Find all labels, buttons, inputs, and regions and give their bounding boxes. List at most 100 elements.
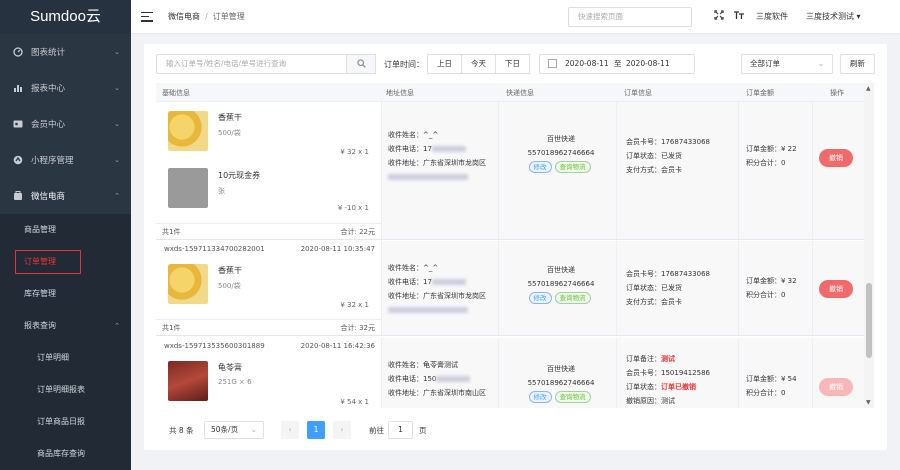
sidebar-subitem-report-query[interactable]: 报表查询 ⌃ (0, 310, 131, 342)
track-logistics-button[interactable]: 查询物流 (554, 292, 591, 304)
breadcrumb-separator: / (205, 12, 208, 21)
sidebar-item-charts[interactable]: 图表统计 ⌄ (0, 34, 131, 70)
track-logistics-button[interactable]: 查询物流 (554, 391, 591, 403)
product-spec: 张 (218, 187, 225, 195)
scroll-down-icon[interactable]: ▼ (866, 399, 871, 406)
next-day-button[interactable]: 下日 (495, 54, 530, 74)
recv-phone: 收件电话：17 (388, 278, 432, 286)
order-type-select[interactable]: 全部订单 ⌄ (741, 54, 833, 74)
product-price: ¥ 54 x 1 (340, 398, 369, 406)
caret-down-icon: ▾ (856, 12, 861, 21)
cancel-order-button[interactable]: 撤销 (819, 280, 853, 298)
order-time: 2020-08-11 10:35:47 (300, 245, 375, 253)
sidebar-subsub-order-daily[interactable]: 订单商品日报 (0, 406, 131, 438)
address-info: 收件姓名：^_^ 收件电话：17 收件地址：广东省深圳市龙岗区 (388, 128, 486, 184)
order-header: wxds-159713535600301889 2020-08-11 16:42… (156, 338, 381, 353)
refresh-button[interactable]: 刷新 (840, 54, 875, 74)
product-spec: 500/袋 (218, 129, 241, 137)
express-info: 百世快递 557018962746664 修改 查询物流 (516, 263, 606, 305)
header-order-info: 订单信息 (624, 89, 652, 97)
product-name: 香蕉干 (218, 113, 242, 122)
status-label: 订单状态： (626, 152, 661, 160)
chevron-down-icon: ⌄ (817, 59, 824, 68)
order-amount: 订单金额：¥ 22 (746, 145, 797, 153)
order-status: 订单已撤销 (661, 383, 696, 391)
sidebar-item-mini-program[interactable]: 小程序管理 ⌄ (0, 142, 131, 178)
tracking-number: 557018962746664 (527, 280, 595, 288)
status-label: 订单状态： (626, 284, 661, 292)
sidebar-subsub-order-detail-report[interactable]: 订单明细报表 (0, 374, 131, 406)
sidebar-item-members[interactable]: 会员中心 ⌄ (0, 106, 131, 142)
sidebar-subitem-inventory[interactable]: 库存管理 (0, 278, 131, 310)
order-status: 已发货 (661, 152, 682, 160)
header-amount: 订单金额 (746, 89, 774, 97)
search-button[interactable] (346, 54, 376, 74)
product-price: ¥ -10 x 1 (337, 204, 369, 212)
edit-tag-button[interactable]: 修改 (528, 391, 552, 403)
product-image (168, 168, 208, 208)
product-image (168, 361, 208, 401)
user-menu[interactable]: 三度技术测试 ▾ (806, 11, 861, 22)
font-size-icon[interactable] (733, 10, 745, 23)
tracking-number: 557018962746664 (527, 379, 595, 387)
table-scrollbar[interactable]: ▲ ▼ (864, 83, 874, 408)
next-page-button[interactable]: › (333, 421, 351, 439)
page-search-input[interactable]: 快速搜索页面 (568, 7, 692, 27)
address-info: 收件姓名：^_^ 收件电话：17 收件地址：广东省深圳市龙岗区 (388, 261, 486, 317)
edit-tag-button[interactable]: 修改 (528, 292, 552, 304)
menu-toggle-icon[interactable] (141, 11, 153, 22)
sidebar-item-label: 会员中心 (31, 120, 66, 130)
product-name: 龟苓膏 (218, 363, 242, 372)
cancel-reason: 撤销原因：测试 (626, 397, 675, 405)
shop-icon (12, 191, 23, 202)
sidebar-item-label: 小程序管理 (31, 156, 74, 166)
order-info: 订单备注：测试 会员卡号：15019412586 订单状态：订单已撤销 撤销原因… (626, 352, 710, 408)
points-total: 积分合计：0 (746, 389, 786, 397)
recv-addr: 收件地址：广东省深圳市南山区 (388, 389, 486, 397)
table-row: wxds-159713535600301889 2020-08-11 16:42… (156, 338, 864, 408)
chevron-up-icon: ⌃ (114, 322, 120, 330)
sidebar-subitem-products[interactable]: 商品管理 (0, 214, 131, 246)
sidebar-subsub-order-detail[interactable]: 订单明细 (0, 342, 131, 374)
app-name-link[interactable]: 三度软件 (756, 11, 788, 22)
breadcrumb-root[interactable]: 微信电商 (168, 12, 200, 21)
date-from: 2020-08-11 (565, 59, 609, 68)
page-size-select[interactable]: 50条/页 ⌄ (204, 421, 264, 439)
today-button[interactable]: 今天 (461, 54, 496, 74)
recv-name: 收件姓名：^_^ (388, 264, 439, 272)
goto-label: 前往 (369, 426, 384, 435)
sidebar-subsub-stock-query[interactable]: 商品库存查询 (0, 438, 131, 470)
recv-name: 收件姓名：^_^ (388, 131, 439, 139)
header-action: 操作 (830, 89, 844, 97)
table-row: wxds-159711334700282001 2020-08-11 10:35… (156, 241, 864, 336)
prev-page-button[interactable]: ‹ (281, 421, 299, 439)
app-logo: Sumdoo云 (0, 0, 131, 34)
order-info: 会员卡号：17687433068 订单状态：已发货 支付方式：会员卡 (626, 135, 710, 177)
pay-method: 支付方式：会员卡 (626, 298, 682, 306)
express-info: 百世快递 557018962746664 修改 查询物流 (516, 132, 606, 174)
sidebar-item-label: 报表中心 (31, 84, 66, 94)
tracking-number: 557018962746664 (527, 149, 595, 157)
goto-page-input[interactable]: 1 (388, 421, 413, 439)
date-range-picker[interactable]: 2020-08-11 至 2020-08-11 (539, 54, 695, 74)
track-logistics-button[interactable]: 查询物流 (554, 161, 591, 173)
status-label: 订单状态： (626, 383, 661, 391)
search-icon (356, 58, 366, 70)
page-1-button[interactable]: 1 (307, 421, 325, 439)
product-item: 香蕉干 500/袋 ¥ 32 x 1 (156, 255, 381, 317)
scrollbar-thumb[interactable] (866, 283, 872, 358)
header-express: 快递信息 (506, 89, 534, 97)
cancel-order-button[interactable]: 撤销 (819, 149, 853, 167)
bar-chart-icon (12, 83, 23, 94)
pay-method: 支付方式：会员卡 (626, 166, 682, 174)
order-search-input[interactable]: 输入订单号/姓名/电话/单号进行查询 (156, 54, 376, 74)
sidebar-item-reports[interactable]: 报表中心 ⌄ (0, 70, 131, 106)
fullscreen-icon[interactable] (714, 10, 724, 23)
sidebar-item-wechat-shop[interactable]: 微信电商 ⌃ (0, 178, 131, 214)
prev-day-button[interactable]: 上日 (427, 54, 462, 74)
edit-tag-button[interactable]: 修改 (528, 161, 552, 173)
scroll-up-icon[interactable]: ▲ (866, 85, 871, 92)
product-item: 龟苓膏 251G × 6 ¥ 54 x 1 (156, 352, 381, 408)
sidebar-subitem-orders[interactable]: 订单管理 (0, 246, 131, 278)
recv-name: 收件姓名：龟苓膏测试 (388, 361, 458, 369)
